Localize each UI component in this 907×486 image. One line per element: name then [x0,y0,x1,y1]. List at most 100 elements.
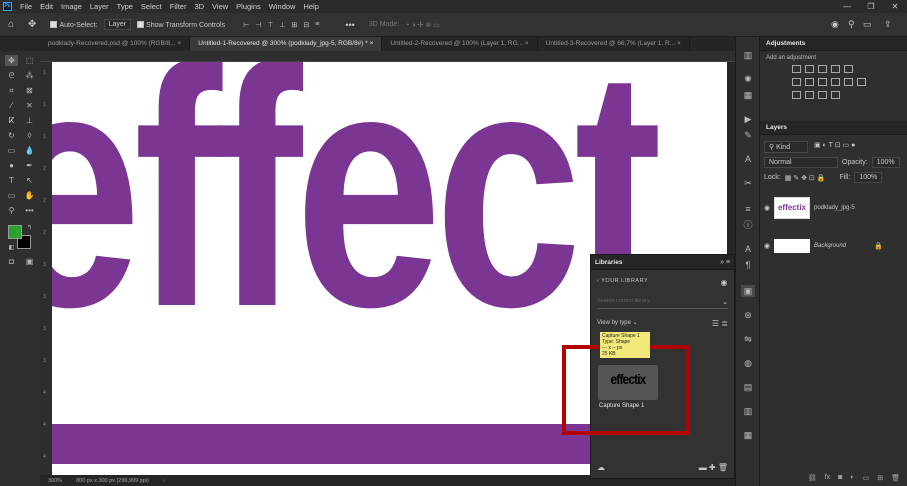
new-layer-icon[interactable]: ⊞ [877,474,883,486]
invert-icon[interactable] [792,91,801,99]
brushes-icon[interactable]: ✎ [741,129,755,141]
glyphs-icon[interactable]: A [741,153,755,165]
menu-layer[interactable]: Layer [86,2,113,11]
swatches-icon[interactable]: ▦ [741,89,755,101]
bw-icon[interactable] [818,78,827,86]
tab-close-icon[interactable]: × [677,40,681,47]
layer-name[interactable]: Background [814,243,874,249]
blend-mode-dropdown[interactable]: Normal [764,157,838,168]
styles-icon[interactable]: ◍ [741,357,755,369]
lock-icons[interactable]: ▦ ✎ ✥ ⊡ 🔒 [785,174,826,182]
auto-select-dropdown[interactable]: Layer [103,19,132,30]
balance-icon[interactable] [805,78,814,86]
orbit-icon[interactable]: ◔ ◑ ✢ ⊗ ▭ [405,21,440,29]
libraries-title[interactable]: Libraries [595,259,622,266]
account-icon[interactable]: ◉ [721,278,728,287]
menu-view[interactable]: View [208,2,232,11]
screen-mode-icon[interactable]: ▣ [23,256,36,267]
gradient-tool-icon[interactable]: ▭ [5,145,18,156]
more-tools-icon[interactable]: ••• [23,205,36,216]
dodge-tool-icon[interactable]: ● [5,160,18,171]
crop-tool-icon[interactable]: ⌗ [5,85,18,96]
menu-plugins[interactable]: Plugins [232,2,265,11]
tab-close-icon[interactable]: × [370,40,374,47]
patterns-icon[interactable]: ▦ [741,429,755,441]
mask-icon[interactable]: ◙ [838,474,842,486]
layer-filter-dropdown[interactable]: ⚲ Kind [764,141,808,153]
history-icon[interactable]: ▥ [741,49,755,61]
history-brush-icon[interactable]: ↻ [5,130,18,141]
menu-type[interactable]: Type [113,2,137,11]
move-tool-icon[interactable]: ✥ [5,55,18,66]
character-icon[interactable]: A [741,243,755,255]
paragraph-icon[interactable]: ¶ [741,259,755,271]
lasso-tool-icon[interactable]: ᘓ [5,70,18,81]
show-transform-checkbox[interactable]: Show Transform Controls [137,20,225,29]
menu-filter[interactable]: Filter [166,2,191,11]
cloud-icon[interactable]: ☁ [597,463,605,472]
fx-icon[interactable]: fx [825,474,830,486]
auto-select-checkbox[interactable]: Auto-Select: [50,20,98,29]
eyedropper-tool-icon[interactable]: ⁄ [5,100,18,111]
libraries-icon[interactable]: ▣ [741,285,755,297]
curves-icon[interactable] [818,65,827,73]
tab-close-icon[interactable]: × [177,40,181,47]
panel-menu-icon[interactable]: » ≡ [720,259,730,266]
properties-icon[interactable]: ≡ [741,203,755,215]
channels-icon[interactable]: ▤ [741,381,755,393]
group-icon[interactable]: ▭ [863,474,870,486]
menu-help[interactable]: Help [299,2,322,11]
mixer-icon[interactable] [844,78,853,86]
opacity-field[interactable]: 100% [871,157,900,168]
layer-row-background[interactable]: ◉ Background 🔒 [760,233,907,259]
zoom-level[interactable]: 300% [48,478,62,484]
visibility-eye-icon[interactable]: ◉ [760,242,774,250]
library-search-input[interactable]: Search current library [597,298,650,306]
search-icon[interactable]: ⚲ [848,19,855,30]
layer-name[interactable]: podklady_jpg-5 [814,205,855,211]
chevron-down-icon[interactable]: ⌄ [722,298,728,306]
hand-tool-icon[interactable]: ✋ [23,190,36,201]
type-tool-icon[interactable]: T [5,175,18,186]
frame-tool-icon[interactable]: ⊠ [23,85,36,96]
minimize-icon[interactable]: — [835,0,859,13]
align-left-icon[interactable]: ⊢ [243,21,249,29]
tab-doc-2[interactable]: Untitled-1-Recovered @ 300% (podklady_jp… [190,37,383,51]
quick-select-tool-icon[interactable]: ⁂ [23,70,36,81]
status-arrow-icon[interactable]: › [163,478,165,484]
adjustment-layer-icon[interactable]: ◐ [850,474,854,486]
blur-tool-icon[interactable]: 💧 [23,145,36,156]
menu-image[interactable]: Image [57,2,86,11]
align-bottom-icon[interactable]: ⊟ [303,21,309,29]
levels-icon[interactable] [805,65,814,73]
more-options-icon[interactable]: ••• [345,20,354,30]
exposure-icon[interactable] [831,65,840,73]
restore-icon[interactable]: ❐ [859,0,883,13]
distribute-icon[interactable]: ≡ [315,21,319,28]
view-toggle-icons[interactable]: ☰ ≣ [712,319,728,328]
gradient-icon[interactable]: ▥ [741,405,755,417]
link-icon[interactable]: ⛓ [808,474,817,486]
tab-doc-3[interactable]: Untitled-2-Recovered @ 100% (Layer 1, RG… [382,37,538,51]
align-top-icon[interactable]: ⊥ [279,21,285,29]
align-right-icon[interactable]: ⊤ [267,21,273,29]
back-to-library-button[interactable]: ‹ YOUR LIBRARY [597,278,648,287]
hue-icon[interactable] [792,78,801,86]
brightness-icon[interactable] [792,65,801,73]
eraser-tool-icon[interactable]: ◊ [23,130,36,141]
zoom-tool-icon[interactable]: ⚲ [5,205,18,216]
user-icon[interactable]: ◉ [831,19,839,30]
threshold-icon[interactable] [818,91,827,99]
foreground-color-swatch[interactable] [8,225,22,239]
workspace-icon[interactable]: ▭ [863,19,872,30]
tab-close-icon[interactable]: × [525,40,529,47]
3d-icon[interactable]: ⊛ [741,309,755,321]
path-select-tool-icon[interactable]: ↖ [23,175,36,186]
layer-row-podklady[interactable]: ◉ effectix podklady_jpg-5 [760,195,907,221]
stamp-tool-icon[interactable]: ⊥ [23,115,36,126]
menu-select[interactable]: Select [137,2,166,11]
tab-doc-4[interactable]: Untitled-3-Recovered @ 66,7% (Layer 1, R… [538,37,690,51]
selective-color-icon[interactable] [831,91,840,99]
heal-tool-icon[interactable]: ✕ [23,100,36,111]
menu-file[interactable]: File [16,2,36,11]
